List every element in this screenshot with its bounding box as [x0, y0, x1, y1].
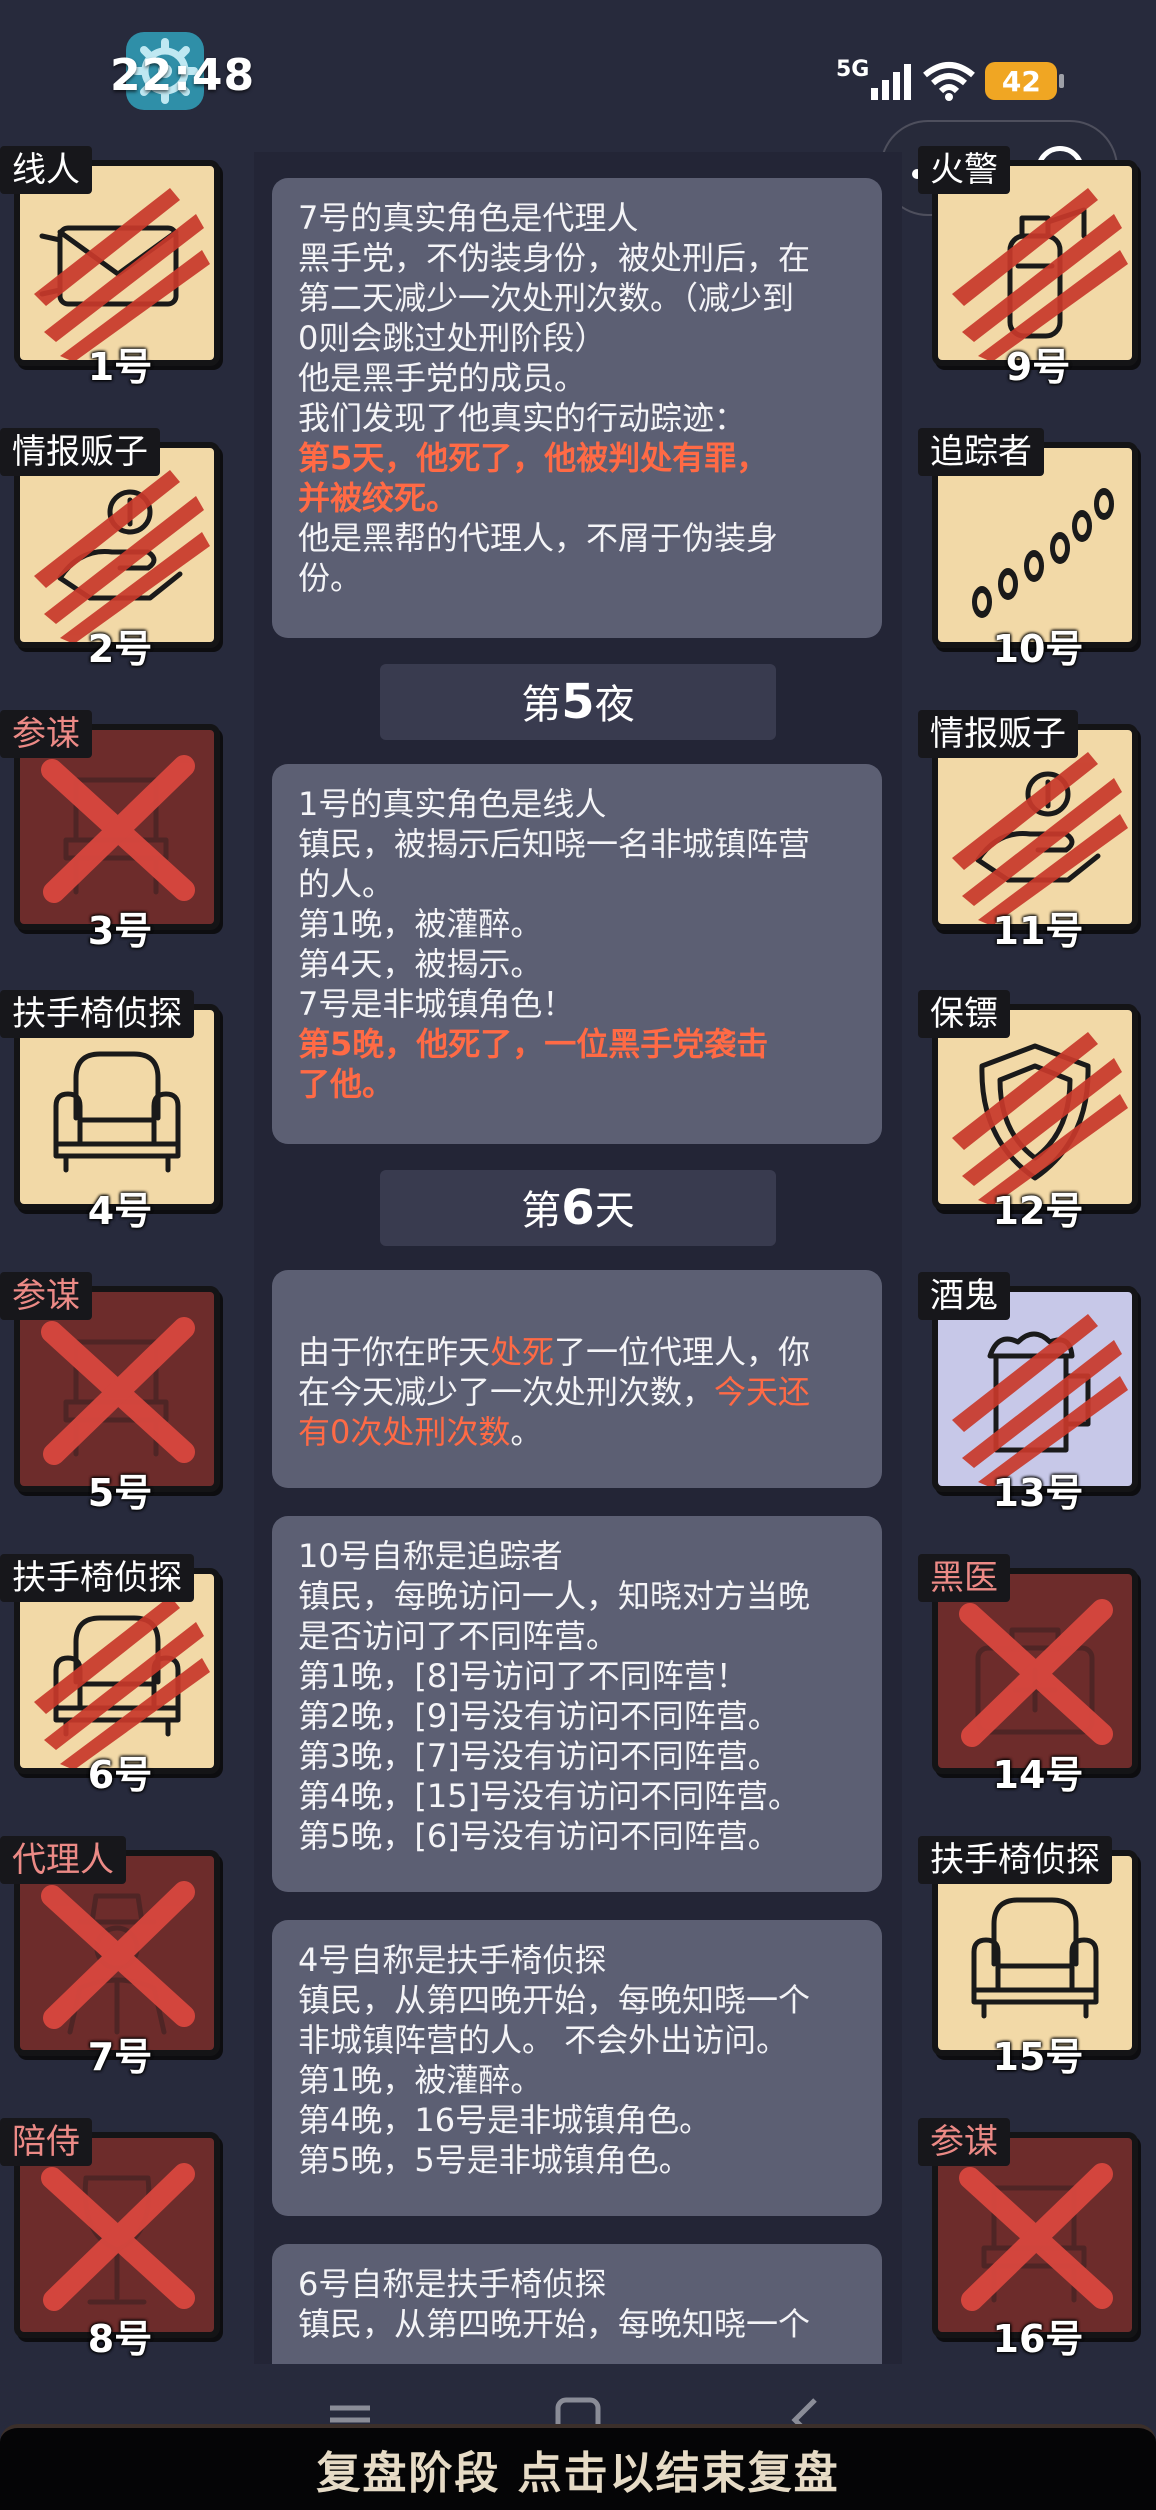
role-label: 陪侍 [0, 2118, 92, 2166]
player-number: 16号 [992, 2317, 1084, 2361]
role-label: 酒鬼 [918, 1272, 1010, 1320]
battery-indicator: 42 [985, 62, 1065, 100]
claw-mark-icon [938, 1856, 1132, 2050]
player-number: 6号 [87, 1753, 153, 1797]
player-number: 12号 [992, 1189, 1084, 1233]
player-number: 15号 [992, 2035, 1084, 2079]
log-entry: 由于你在昨天处死了一位代理人，你 在今天减少了一次处刑次数，今天还 有0次处刑次… [272, 1270, 882, 1488]
player-card-16[interactable]: 参谋 16号 [918, 2118, 1140, 2361]
player-number: 5号 [87, 1471, 153, 1515]
player-card-1[interactable]: 线人 1号 [0, 146, 222, 389]
player-number: 3号 [87, 909, 153, 953]
player-card-2[interactable]: 情报贩子 2号 [0, 428, 222, 671]
player-card-7[interactable]: 代理人 7号 [0, 1836, 222, 2079]
end-review-button[interactable]: 复盘阶段 点击以结束复盘 [0, 2424, 1156, 2510]
role-label: 保镖 [918, 990, 1010, 1038]
player-card-3[interactable]: 参谋 3号 [0, 710, 222, 953]
role-label: 扶手椅侦探 [0, 990, 194, 1038]
role-label: 扶手椅侦探 [0, 1554, 194, 1602]
wifi-icon [923, 62, 976, 101]
dead-cross-icon [41, 1881, 195, 2029]
clock: 22:48 [110, 50, 256, 101]
claw-mark-icon [20, 1010, 214, 1204]
player-card-13[interactable]: 酒鬼 13号 [918, 1272, 1140, 1515]
phase-header: 第6天 [380, 1170, 776, 1246]
role-label: 线人 [0, 146, 92, 194]
claw-mark-icon [952, 188, 1128, 360]
claw-mark-icon [34, 1596, 210, 1768]
phase-header: 第5夜 [380, 664, 776, 740]
role-label: 参谋 [918, 2118, 1010, 2166]
player-number: 14号 [992, 1753, 1084, 1797]
player-number: 11号 [992, 909, 1084, 953]
player-card-9[interactable]: 火警 9号 [918, 146, 1140, 389]
role-label: 追踪者 [918, 428, 1044, 476]
player-number: 4号 [87, 1189, 153, 1233]
player-card-10[interactable]: 追踪者 10号 [918, 428, 1140, 671]
player-number: 2号 [87, 627, 153, 671]
claw-mark-icon [34, 470, 210, 642]
player-card-8[interactable]: 陪侍 8号 [0, 2118, 222, 2361]
player-number: 7号 [87, 2035, 153, 2079]
player-card-5[interactable]: 参谋 5号 [0, 1272, 222, 1515]
dead-cross-icon [41, 1317, 195, 1465]
log-entry: 4号自称是扶手椅侦探 镇民，从第四晚开始，每晚知晓一个 非城镇阵营的人。 不会外… [272, 1920, 882, 2216]
player-number: 1号 [87, 345, 153, 389]
player-card-14[interactable]: 黑医 14号 [918, 1554, 1140, 1797]
claw-mark-icon [952, 1314, 1128, 1486]
role-label: 情报贩子 [0, 428, 160, 476]
claw-mark-icon [952, 752, 1128, 924]
player-card-15[interactable]: 扶手椅侦探 15号 [918, 1836, 1140, 2079]
role-label: 参谋 [0, 710, 92, 758]
role-label: 情报贩子 [918, 710, 1078, 758]
role-label: 代理人 [0, 1836, 126, 1884]
claw-mark-icon [938, 448, 1132, 642]
log-entry: 10号自称是追踪者 镇民，每晚访问一人，知晓对方当晚 是否访问了不同阵营。 第1… [272, 1516, 882, 1892]
player-card-12[interactable]: 保镖 12号 [918, 990, 1140, 1233]
dead-cross-icon [959, 2163, 1113, 2311]
system-indicators: 5G 42 [836, 56, 1065, 106]
player-number: 13号 [992, 1471, 1084, 1515]
log-entry: 6号自称是扶手椅侦探 镇民，从第四晚开始，每晚知晓一个 [272, 2244, 882, 2364]
log-entry: 7号的真实角色是代理人 黑手党，不伪装身份，被处刑后，在 第二天减少一次处刑次数… [272, 178, 882, 638]
role-label: 黑医 [918, 1554, 1010, 1602]
player-card-6[interactable]: 扶手椅侦探 6号 [0, 1554, 222, 1797]
role-label: 扶手椅侦探 [918, 1836, 1112, 1884]
log-entry: 1号的真实角色是线人 镇民，被揭示后知晓一名非城镇阵营 的人。 第1晚，被灌醉。… [272, 764, 882, 1144]
player-number: 8号 [87, 2317, 153, 2361]
player-card-11[interactable]: 情报贩子 11号 [918, 710, 1140, 953]
role-label: 火警 [918, 146, 1010, 194]
player-number: 10号 [992, 627, 1084, 671]
claw-mark-icon [952, 1032, 1128, 1204]
player-number: 9号 [1005, 345, 1071, 389]
dead-cross-icon [41, 755, 195, 903]
signal-icon [871, 64, 912, 100]
network-type: 5G [836, 56, 870, 82]
review-log[interactable]: 7号的真实角色是代理人 黑手党，不伪装身份，被处刑后，在 第二天减少一次处刑次数… [254, 152, 902, 2364]
dead-cross-icon [959, 1599, 1113, 1747]
role-label: 参谋 [0, 1272, 92, 1320]
player-card-4[interactable]: 扶手椅侦探 4号 [0, 990, 222, 1233]
claw-mark-icon [34, 188, 210, 360]
dead-cross-icon [41, 2163, 195, 2311]
